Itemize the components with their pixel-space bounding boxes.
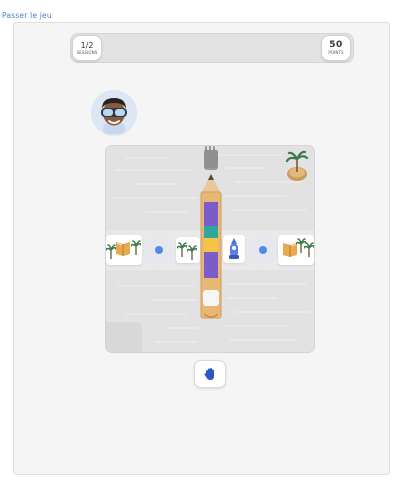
small-character-icon — [229, 238, 239, 259]
sessions-value: 1/2 — [80, 40, 94, 50]
progress-track — [70, 33, 354, 63]
corner-tile — [106, 322, 142, 352]
path-node-left[interactable] — [144, 235, 174, 265]
skip-game-link[interactable]: Passer le jeu — [2, 11, 52, 20]
sessions-label: SESSIONS — [76, 49, 98, 55]
hand-button[interactable] — [194, 360, 226, 388]
pencil-piece[interactable] — [196, 148, 226, 330]
book-icon — [116, 242, 130, 256]
points-value: 50 — [329, 39, 343, 50]
points-badge: 50 POINTS — [321, 35, 351, 61]
game-page: Passer le jeu 1/2 SESSIONS 50 POINTS — [0, 0, 400, 481]
path-dot — [155, 246, 163, 254]
palm-island-icon — [285, 150, 309, 181]
hand-icon — [204, 368, 214, 380]
palm-tree-icon — [304, 242, 314, 257]
eraser-cap-icon — [204, 146, 218, 168]
path-dot — [259, 246, 267, 254]
points-label: POINTS — [328, 49, 344, 55]
game-board[interactable] — [105, 145, 315, 353]
sessions-badge: 1/2 SESSIONS — [72, 35, 102, 61]
path-node-right[interactable] — [248, 235, 278, 265]
avatar-with-goggles-icon — [101, 98, 127, 134]
palm-tree-icon — [177, 242, 187, 257]
palm-tree-icon — [131, 240, 141, 255]
character-tile[interactable] — [223, 235, 245, 263]
player-avatar — [91, 90, 137, 136]
right-tile[interactable] — [278, 235, 314, 265]
left-tile[interactable] — [106, 235, 142, 265]
palm-tree-icon — [106, 244, 116, 259]
